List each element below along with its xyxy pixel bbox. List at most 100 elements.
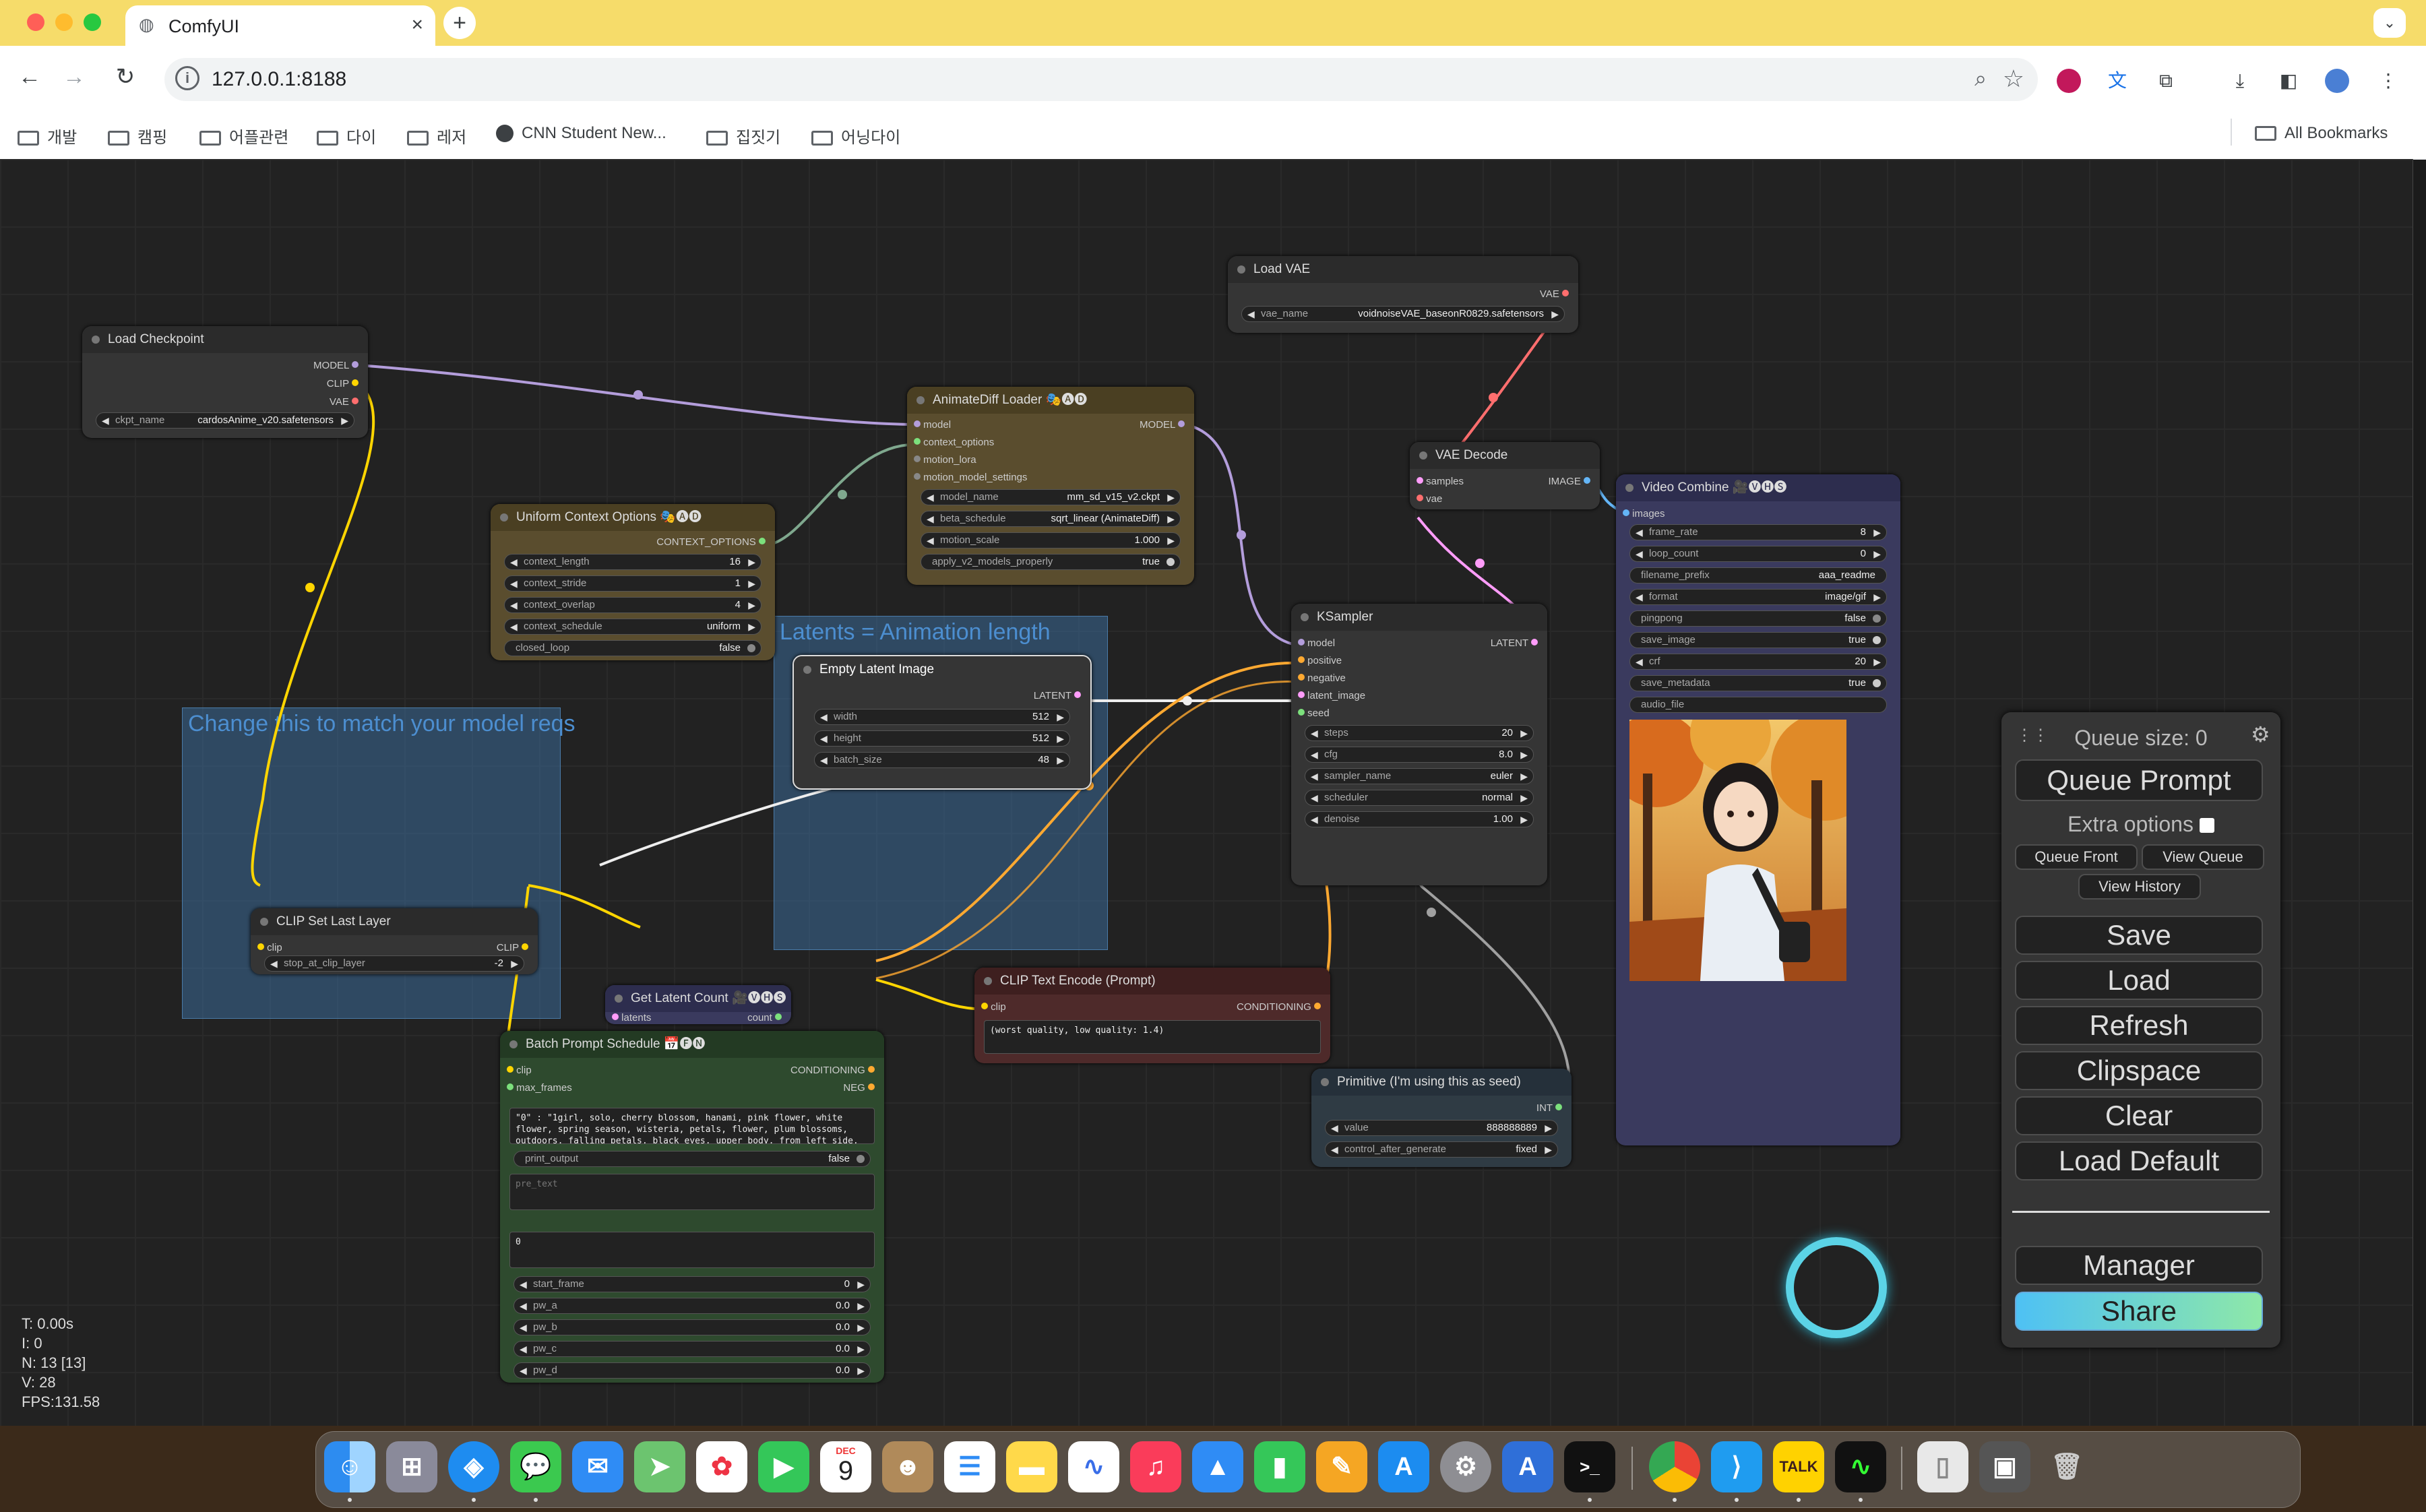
output-clip[interactable]: CLIP bbox=[327, 378, 359, 389]
profile-avatar[interactable] bbox=[2325, 69, 2349, 93]
node-get-latent-count[interactable]: Get Latent Count 🎥🅥🅗🅢 latents count bbox=[605, 985, 791, 1024]
pw-a-number[interactable]: ◀ pw_a 0.0 ▶ bbox=[514, 1298, 871, 1314]
extensions-puzzle-icon[interactable]: ⧉ bbox=[2154, 69, 2178, 93]
node-clip-set-last-layer[interactable]: CLIP Set Last Layer clip CLIP ◀ stop_at_c… bbox=[251, 908, 538, 974]
input-motion-model-settings[interactable]: motion_model_settings bbox=[914, 472, 1027, 483]
output-clip[interactable]: CLIP bbox=[497, 942, 528, 953]
output-latent[interactable]: LATENT bbox=[1491, 637, 1538, 649]
input-motion-lora[interactable]: motion_lora bbox=[914, 454, 976, 466]
finder-icon[interactable]: ☺ bbox=[324, 1441, 375, 1492]
maps-icon[interactable]: ➤ bbox=[634, 1441, 685, 1492]
model-name-combo[interactable]: ◀ model_name mm_sd_v15_v2.ckpt ▶ bbox=[921, 489, 1181, 505]
tab-search-button[interactable]: ⌄ bbox=[2373, 8, 2406, 38]
load-default-button[interactable]: Load Default bbox=[2015, 1141, 2263, 1180]
bookmark-folder[interactable]: 어플관련 bbox=[199, 124, 288, 148]
bookmark-folder[interactable]: 어닝다이 bbox=[811, 124, 900, 148]
steps-number[interactable]: ◀ steps 20 ▶ bbox=[1305, 725, 1534, 741]
extension-color-icon[interactable] bbox=[2057, 69, 2081, 93]
motion-scale-number[interactable]: ◀ motion_scale 1.000 ▶ bbox=[921, 532, 1181, 548]
negative-prompt-text[interactable]: (worst quality, low quality: 1.4) bbox=[984, 1020, 1321, 1054]
menu-kebab-icon[interactable]: ⋮ bbox=[2376, 69, 2400, 93]
translate-icon[interactable]: 文 bbox=[2105, 69, 2129, 93]
node-animatediff-loader[interactable]: AnimateDiff Loader 🎭🅐🅓 MODEL model conte… bbox=[907, 387, 1194, 585]
batch-size-number[interactable]: ◀ batch_size 48 ▶ bbox=[814, 752, 1070, 768]
input-vae[interactable]: vae bbox=[1417, 493, 1442, 505]
input-positive[interactable]: positive bbox=[1298, 655, 1342, 666]
output-count[interactable]: count bbox=[747, 1012, 782, 1023]
photos-icon[interactable]: ✿ bbox=[696, 1441, 747, 1492]
bookmark-folder[interactable]: 레저 bbox=[407, 124, 466, 148]
loop-count-number[interactable]: ◀ loop_count 0 ▶ bbox=[1629, 546, 1887, 562]
app-text-input[interactable]: 0 bbox=[509, 1232, 875, 1268]
all-bookmarks-button[interactable]: All Bookmarks bbox=[2255, 124, 2388, 143]
notes-icon[interactable]: ▬ bbox=[1006, 1441, 1057, 1492]
frame-rate-number[interactable]: ◀ frame_rate 8 ▶ bbox=[1629, 524, 1887, 540]
arrow-left-icon[interactable]: ◀ bbox=[102, 413, 109, 428]
music-icon[interactable]: ♫ bbox=[1130, 1441, 1181, 1492]
sampler-name-combo[interactable]: ◀ sampler_name euler ▶ bbox=[1305, 768, 1534, 784]
audio-file-input[interactable]: audio_file bbox=[1629, 697, 1887, 713]
input-max-frames[interactable]: max_frames bbox=[507, 1082, 572, 1094]
start-frame-number[interactable]: ◀ start_frame 0 ▶ bbox=[514, 1276, 871, 1292]
prompt-text[interactable]: "0" : "1girl, solo, cherry blossom, hana… bbox=[509, 1108, 875, 1144]
queue-prompt-button[interactable]: Queue Prompt bbox=[2015, 759, 2263, 801]
bookmark-folder[interactable]: 캠핑 bbox=[108, 124, 167, 148]
new-tab-button[interactable]: + bbox=[443, 7, 476, 39]
control-after-generate-combo[interactable]: ◀ control_after_generate fixed ▶ bbox=[1325, 1141, 1558, 1158]
crf-number[interactable]: ◀ crf 20 ▶ bbox=[1629, 654, 1887, 670]
reminders-icon[interactable]: ☰ bbox=[944, 1441, 995, 1492]
width-number[interactable]: ◀ width 512 ▶ bbox=[814, 709, 1070, 725]
pw-b-number[interactable]: ◀ pw_b 0.0 ▶ bbox=[514, 1319, 871, 1335]
node-load-vae[interactable]: Load VAE VAE ◀ vae_name voidnoiseVAE_baseo… bbox=[1228, 256, 1578, 333]
beta-schedule-combo[interactable]: ◀ beta_schedule sqrt_linear (AnimateDiff) ▶ bbox=[921, 511, 1181, 527]
output-context-options[interactable]: CONTEXT_OPTIONS bbox=[656, 536, 766, 548]
close-tab-icon[interactable]: × bbox=[411, 13, 423, 36]
pre-text-input[interactable]: pre_text bbox=[509, 1174, 875, 1210]
print-output-toggle[interactable]: print_output false bbox=[514, 1151, 871, 1167]
document-icon[interactable]: ▯ bbox=[1917, 1441, 1968, 1492]
vscode-icon[interactable]: ⟩ bbox=[1711, 1441, 1762, 1492]
node-ksampler[interactable]: KSampler LATENT model positive negative … bbox=[1291, 604, 1547, 885]
closed-loop-toggle[interactable]: closed_loop false bbox=[504, 640, 761, 656]
output-model[interactable]: MODEL bbox=[1140, 419, 1185, 431]
node-primitive-seed[interactable]: Primitive (I'm using this as seed) INT ◀… bbox=[1311, 1069, 1572, 1167]
chrome-icon[interactable] bbox=[1649, 1441, 1700, 1492]
reload-icon[interactable]: ↻ bbox=[111, 62, 140, 92]
output-int[interactable]: INT bbox=[1536, 1102, 1562, 1114]
node-video-combine[interactable]: Video Combine 🎥🅥🅗🅢 images ◀ frame_rate 8 ▶ … bbox=[1616, 474, 1900, 1145]
download-icon[interactable]: ⤓ bbox=[2228, 69, 2252, 93]
freeform-icon[interactable]: ∿ bbox=[1068, 1441, 1119, 1492]
browser-tab[interactable]: ◍ ComfyUI × bbox=[125, 5, 435, 46]
ckpt-name-combo[interactable]: ◀ ckpt_name cardosAnime_v20.safetensors ▶ bbox=[96, 412, 354, 429]
arrow-right-icon[interactable]: ▶ bbox=[1551, 307, 1559, 321]
context-schedule-combo[interactable]: ◀ context_schedule uniform ▶ bbox=[504, 619, 761, 635]
bookmark-folder[interactable]: 집짓기 bbox=[706, 124, 780, 148]
minimize-window-button[interactable] bbox=[55, 13, 73, 31]
context-length-number[interactable]: ◀ context_length 16 ▶ bbox=[504, 554, 761, 570]
input-seed[interactable]: seed bbox=[1298, 707, 1330, 719]
screenshot-folder-icon[interactable]: ▣ bbox=[1979, 1441, 2030, 1492]
output-vae[interactable]: VAE bbox=[1540, 288, 1569, 300]
pw-c-number[interactable]: ◀ pw_c 0.0 ▶ bbox=[514, 1341, 871, 1357]
arrow-left-icon[interactable]: ◀ bbox=[1247, 307, 1255, 321]
context-stride-number[interactable]: ◀ context_stride 1 ▶ bbox=[504, 575, 761, 592]
input-latents[interactable]: latents bbox=[612, 1012, 651, 1023]
clear-button[interactable]: Clear bbox=[2015, 1096, 2263, 1135]
trash-icon[interactable]: 🗑 bbox=[2041, 1441, 2092, 1492]
seed-value-number[interactable]: ◀ value 888888889 ▶ bbox=[1325, 1120, 1558, 1136]
input-clip[interactable]: clip bbox=[507, 1065, 532, 1076]
output-conditioning[interactable]: CONDITIONING bbox=[1237, 1001, 1321, 1013]
cfg-number[interactable]: ◀ cfg 8.0 ▶ bbox=[1305, 747, 1534, 763]
zoom-icon[interactable]: ⌕ bbox=[1974, 66, 1987, 92]
instruments-icon[interactable]: A bbox=[1502, 1441, 1553, 1492]
facetime-icon[interactable]: ▶ bbox=[758, 1441, 809, 1492]
pages-icon[interactable]: ✎ bbox=[1316, 1441, 1367, 1492]
vae-name-combo[interactable]: ◀ vae_name voidnoiseVAE_baseonR0829.safete… bbox=[1241, 306, 1565, 322]
output-neg[interactable]: NEG bbox=[843, 1082, 875, 1094]
output-image[interactable]: IMAGE bbox=[1548, 476, 1590, 487]
calendar-icon[interactable]: DEC 9 bbox=[820, 1441, 871, 1492]
input-model[interactable]: model bbox=[1298, 637, 1335, 649]
messages-icon[interactable]: 💬 bbox=[510, 1441, 561, 1492]
input-samples[interactable]: samples bbox=[1417, 476, 1464, 487]
context-overlap-number[interactable]: ◀ context_overlap 4 ▶ bbox=[504, 597, 761, 613]
